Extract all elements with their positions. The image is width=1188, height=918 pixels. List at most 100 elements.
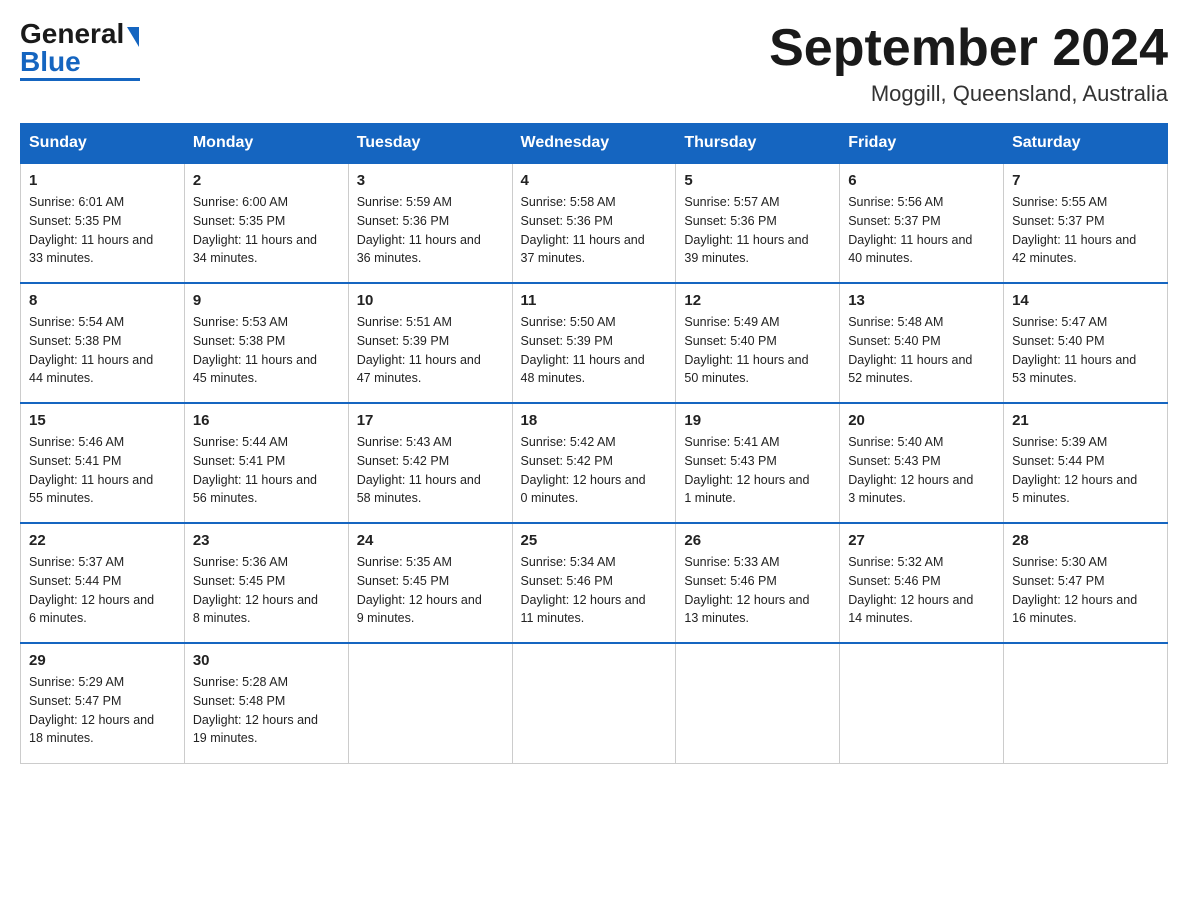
table-row: 22 Sunrise: 5:37 AM Sunset: 5:44 PM Dayl… [21, 523, 185, 643]
calendar-table: Sunday Monday Tuesday Wednesday Thursday… [20, 123, 1168, 764]
day-number: 28 [1012, 532, 1159, 549]
day-number: 25 [521, 532, 668, 549]
table-row [348, 643, 512, 763]
table-row: 27 Sunrise: 5:32 AM Sunset: 5:46 PM Dayl… [840, 523, 1004, 643]
day-info: Sunrise: 5:29 AM Sunset: 5:47 PM Dayligh… [29, 673, 176, 748]
table-row: 17 Sunrise: 5:43 AM Sunset: 5:42 PM Dayl… [348, 403, 512, 523]
day-info: Sunrise: 5:42 AM Sunset: 5:42 PM Dayligh… [521, 433, 668, 508]
table-row: 4 Sunrise: 5:58 AM Sunset: 5:36 PM Dayli… [512, 163, 676, 283]
table-row [840, 643, 1004, 763]
day-number: 1 [29, 172, 176, 189]
day-info: Sunrise: 5:37 AM Sunset: 5:44 PM Dayligh… [29, 553, 176, 628]
table-row: 25 Sunrise: 5:34 AM Sunset: 5:46 PM Dayl… [512, 523, 676, 643]
col-wednesday: Wednesday [512, 124, 676, 164]
day-info: Sunrise: 6:00 AM Sunset: 5:35 PM Dayligh… [193, 193, 340, 268]
day-number: 9 [193, 292, 340, 309]
day-number: 6 [848, 172, 995, 189]
table-row: 7 Sunrise: 5:55 AM Sunset: 5:37 PM Dayli… [1004, 163, 1168, 283]
day-info: Sunrise: 5:57 AM Sunset: 5:36 PM Dayligh… [684, 193, 831, 268]
table-row: 10 Sunrise: 5:51 AM Sunset: 5:39 PM Dayl… [348, 283, 512, 403]
calendar-week-2: 8 Sunrise: 5:54 AM Sunset: 5:38 PM Dayli… [21, 283, 1168, 403]
table-row: 23 Sunrise: 5:36 AM Sunset: 5:45 PM Dayl… [184, 523, 348, 643]
day-number: 10 [357, 292, 504, 309]
table-row: 16 Sunrise: 5:44 AM Sunset: 5:41 PM Dayl… [184, 403, 348, 523]
table-row: 18 Sunrise: 5:42 AM Sunset: 5:42 PM Dayl… [512, 403, 676, 523]
day-info: Sunrise: 5:30 AM Sunset: 5:47 PM Dayligh… [1012, 553, 1159, 628]
day-info: Sunrise: 5:53 AM Sunset: 5:38 PM Dayligh… [193, 313, 340, 388]
table-row: 14 Sunrise: 5:47 AM Sunset: 5:40 PM Dayl… [1004, 283, 1168, 403]
day-number: 29 [29, 652, 176, 669]
table-row: 3 Sunrise: 5:59 AM Sunset: 5:36 PM Dayli… [348, 163, 512, 283]
day-number: 3 [357, 172, 504, 189]
day-number: 19 [684, 412, 831, 429]
day-number: 8 [29, 292, 176, 309]
calendar-header-row: Sunday Monday Tuesday Wednesday Thursday… [21, 124, 1168, 164]
table-row: 5 Sunrise: 5:57 AM Sunset: 5:36 PM Dayli… [676, 163, 840, 283]
day-info: Sunrise: 5:32 AM Sunset: 5:46 PM Dayligh… [848, 553, 995, 628]
day-number: 7 [1012, 172, 1159, 189]
day-info: Sunrise: 5:51 AM Sunset: 5:39 PM Dayligh… [357, 313, 504, 388]
table-row: 6 Sunrise: 5:56 AM Sunset: 5:37 PM Dayli… [840, 163, 1004, 283]
calendar-week-4: 22 Sunrise: 5:37 AM Sunset: 5:44 PM Dayl… [21, 523, 1168, 643]
table-row [676, 643, 840, 763]
day-info: Sunrise: 5:56 AM Sunset: 5:37 PM Dayligh… [848, 193, 995, 268]
day-info: Sunrise: 5:55 AM Sunset: 5:37 PM Dayligh… [1012, 193, 1159, 268]
logo: General Blue [20, 20, 140, 81]
table-row: 2 Sunrise: 6:00 AM Sunset: 5:35 PM Dayli… [184, 163, 348, 283]
calendar-week-1: 1 Sunrise: 6:01 AM Sunset: 5:35 PM Dayli… [21, 163, 1168, 283]
table-row: 8 Sunrise: 5:54 AM Sunset: 5:38 PM Dayli… [21, 283, 185, 403]
day-info: Sunrise: 5:40 AM Sunset: 5:43 PM Dayligh… [848, 433, 995, 508]
day-info: Sunrise: 5:47 AM Sunset: 5:40 PM Dayligh… [1012, 313, 1159, 388]
col-thursday: Thursday [676, 124, 840, 164]
title-section: September 2024 Moggill, Queensland, Aust… [769, 20, 1168, 107]
col-tuesday: Tuesday [348, 124, 512, 164]
day-number: 11 [521, 292, 668, 309]
day-info: Sunrise: 5:54 AM Sunset: 5:38 PM Dayligh… [29, 313, 176, 388]
day-number: 4 [521, 172, 668, 189]
day-info: Sunrise: 5:58 AM Sunset: 5:36 PM Dayligh… [521, 193, 668, 268]
day-number: 13 [848, 292, 995, 309]
day-info: Sunrise: 5:35 AM Sunset: 5:45 PM Dayligh… [357, 553, 504, 628]
col-saturday: Saturday [1004, 124, 1168, 164]
table-row: 20 Sunrise: 5:40 AM Sunset: 5:43 PM Dayl… [840, 403, 1004, 523]
table-row: 1 Sunrise: 6:01 AM Sunset: 5:35 PM Dayli… [21, 163, 185, 283]
location-text: Moggill, Queensland, Australia [769, 81, 1168, 107]
month-title: September 2024 [769, 20, 1168, 77]
table-row: 30 Sunrise: 5:28 AM Sunset: 5:48 PM Dayl… [184, 643, 348, 763]
day-number: 2 [193, 172, 340, 189]
day-number: 21 [1012, 412, 1159, 429]
day-info: Sunrise: 5:44 AM Sunset: 5:41 PM Dayligh… [193, 433, 340, 508]
day-number: 22 [29, 532, 176, 549]
table-row: 28 Sunrise: 5:30 AM Sunset: 5:47 PM Dayl… [1004, 523, 1168, 643]
day-number: 17 [357, 412, 504, 429]
day-number: 14 [1012, 292, 1159, 309]
col-sunday: Sunday [21, 124, 185, 164]
table-row: 13 Sunrise: 5:48 AM Sunset: 5:40 PM Dayl… [840, 283, 1004, 403]
day-info: Sunrise: 5:39 AM Sunset: 5:44 PM Dayligh… [1012, 433, 1159, 508]
table-row: 19 Sunrise: 5:41 AM Sunset: 5:43 PM Dayl… [676, 403, 840, 523]
table-row: 9 Sunrise: 5:53 AM Sunset: 5:38 PM Dayli… [184, 283, 348, 403]
table-row: 29 Sunrise: 5:29 AM Sunset: 5:47 PM Dayl… [21, 643, 185, 763]
logo-general-text: General [20, 20, 124, 48]
day-info: Sunrise: 6:01 AM Sunset: 5:35 PM Dayligh… [29, 193, 176, 268]
table-row: 21 Sunrise: 5:39 AM Sunset: 5:44 PM Dayl… [1004, 403, 1168, 523]
table-row: 26 Sunrise: 5:33 AM Sunset: 5:46 PM Dayl… [676, 523, 840, 643]
day-number: 12 [684, 292, 831, 309]
table-row: 24 Sunrise: 5:35 AM Sunset: 5:45 PM Dayl… [348, 523, 512, 643]
day-info: Sunrise: 5:59 AM Sunset: 5:36 PM Dayligh… [357, 193, 504, 268]
day-number: 30 [193, 652, 340, 669]
logo-blue-text: Blue [20, 48, 81, 76]
day-info: Sunrise: 5:48 AM Sunset: 5:40 PM Dayligh… [848, 313, 995, 388]
table-row: 15 Sunrise: 5:46 AM Sunset: 5:41 PM Dayl… [21, 403, 185, 523]
day-info: Sunrise: 5:43 AM Sunset: 5:42 PM Dayligh… [357, 433, 504, 508]
day-info: Sunrise: 5:36 AM Sunset: 5:45 PM Dayligh… [193, 553, 340, 628]
calendar-week-3: 15 Sunrise: 5:46 AM Sunset: 5:41 PM Dayl… [21, 403, 1168, 523]
logo-underline [20, 78, 140, 81]
day-number: 27 [848, 532, 995, 549]
day-number: 15 [29, 412, 176, 429]
day-number: 18 [521, 412, 668, 429]
table-row [1004, 643, 1168, 763]
day-info: Sunrise: 5:28 AM Sunset: 5:48 PM Dayligh… [193, 673, 340, 748]
day-info: Sunrise: 5:46 AM Sunset: 5:41 PM Dayligh… [29, 433, 176, 508]
col-monday: Monday [184, 124, 348, 164]
